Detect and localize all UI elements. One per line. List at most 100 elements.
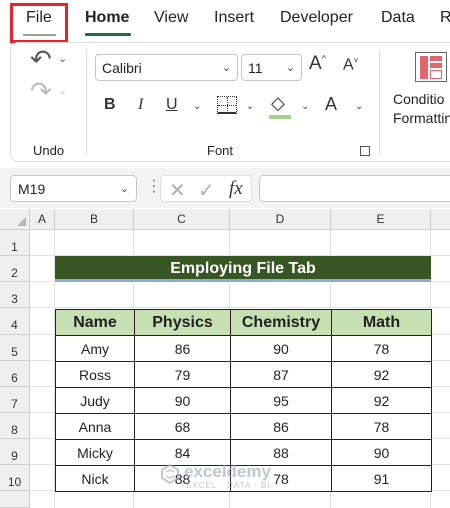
- table-cell[interactable]: 90: [230, 335, 332, 362]
- redo-dropdown-icon[interactable]: ⌄: [58, 84, 67, 97]
- column-header-a[interactable]: A: [30, 209, 55, 229]
- table-cell[interactable]: Micky: [55, 439, 135, 466]
- fill-color-dropdown-icon[interactable]: ⌄: [301, 101, 309, 112]
- increase-font-size-icon[interactable]: A^: [309, 53, 326, 75]
- ribbon-tab-bar: File Home View Insert Developer Data R: [0, 0, 450, 43]
- font-size-value: 11: [248, 60, 263, 76]
- row-header-8[interactable]: 8: [0, 413, 30, 439]
- decrease-font-size-icon[interactable]: A˅: [343, 56, 358, 74]
- table-cell[interactable]: 90: [134, 387, 231, 414]
- conditional-formatting-label-line2[interactable]: Formattin: [393, 110, 450, 126]
- sheet-title-cell[interactable]: Employing File Tab: [55, 256, 431, 282]
- formula-input[interactable]: [259, 175, 450, 202]
- grip-icon[interactable]: ⋮: [146, 179, 162, 195]
- formula-actions: ✕ ✓ fx: [160, 175, 252, 202]
- watermark-name: exceldemy: [184, 462, 271, 481]
- table-cell[interactable]: 78: [331, 413, 432, 440]
- header-cell[interactable]: Name: [55, 309, 135, 336]
- table-cell[interactable]: Anna: [55, 413, 135, 440]
- conditional-formatting-icon[interactable]: [415, 52, 447, 82]
- cancel-icon[interactable]: ✕: [169, 178, 186, 203]
- row-header-5[interactable]: 5: [0, 335, 30, 361]
- undo-group-label: Undo: [33, 143, 65, 158]
- table-cell[interactable]: 92: [331, 387, 432, 414]
- dialog-launcher-icon[interactable]: [360, 146, 370, 156]
- font-color-dropdown-icon[interactable]: ⌄: [355, 101, 363, 112]
- font-size-dropdown[interactable]: 11 ⌄: [241, 54, 302, 81]
- sheet-title: Employing File Tab: [170, 260, 316, 277]
- chevron-down-icon: ⌄: [285, 62, 295, 74]
- undo-icon[interactable]: ↶: [30, 44, 52, 75]
- borders-dropdown-icon[interactable]: ⌄: [246, 101, 254, 112]
- group-separator: [379, 50, 380, 154]
- table-cell[interactable]: 86: [134, 335, 231, 362]
- formula-bar: M19 ⌄ ⋮ ✕ ✓ fx: [0, 168, 450, 208]
- header-cell[interactable]: Physics: [134, 309, 231, 336]
- table-cell[interactable]: 87: [230, 361, 332, 388]
- header-cell[interactable]: Math: [331, 309, 432, 336]
- column-header-c[interactable]: C: [134, 209, 230, 229]
- watermark-tagline: EXCEL · DATA · BI: [186, 481, 271, 490]
- fill-color-icon[interactable]: ◇: [271, 93, 285, 114]
- column-header-e[interactable]: E: [331, 209, 431, 229]
- row-header-9[interactable]: 9: [0, 439, 30, 465]
- row-header-10[interactable]: 10: [0, 465, 30, 491]
- tab-insert[interactable]: Insert: [214, 9, 254, 27]
- table-row: Amy 86 90 78: [55, 335, 432, 362]
- underline-dropdown-icon[interactable]: ⌄: [193, 101, 201, 112]
- redo-icon[interactable]: ↷: [30, 76, 52, 107]
- row-header-2[interactable]: 2: [0, 256, 30, 282]
- table-cell[interactable]: Ross: [55, 361, 135, 388]
- tab-review[interactable]: R: [440, 9, 450, 27]
- undo-dropdown-icon[interactable]: ⌄: [58, 52, 67, 65]
- table-cell[interactable]: 78: [331, 335, 432, 362]
- header-cell[interactable]: Chemistry: [230, 309, 332, 336]
- exceldemy-logo-icon: [161, 464, 179, 484]
- file-tab-underline: [23, 34, 56, 36]
- column-header-row: A B C D E: [0, 209, 450, 230]
- table-cell[interactable]: 79: [134, 361, 231, 388]
- chevron-down-icon: ⌄: [119, 183, 129, 195]
- table-cell[interactable]: 92: [331, 361, 432, 388]
- italic-icon[interactable]: I: [138, 96, 143, 114]
- row-header-6[interactable]: 6: [0, 361, 30, 387]
- tab-data[interactable]: Data: [381, 9, 415, 27]
- check-icon[interactable]: ✓: [198, 178, 215, 203]
- bold-icon[interactable]: B: [104, 96, 116, 114]
- table-cell[interactable]: 86: [230, 413, 332, 440]
- name-box[interactable]: M19 ⌄: [10, 175, 137, 202]
- row-header-7[interactable]: 7: [0, 387, 30, 413]
- row-header-1[interactable]: 1: [0, 230, 30, 256]
- table-cell[interactable]: Nick: [55, 465, 135, 492]
- table-header-row: Name Physics Chemistry Math: [55, 309, 432, 336]
- row-header-4[interactable]: 4: [0, 308, 30, 335]
- tab-home[interactable]: Home: [85, 9, 129, 27]
- table-cell[interactable]: Judy: [55, 387, 135, 414]
- table-cell[interactable]: 91: [331, 465, 432, 492]
- column-header-d[interactable]: D: [230, 209, 331, 229]
- table-cell[interactable]: 90: [331, 439, 432, 466]
- conditional-formatting-label-line1[interactable]: Conditio: [393, 91, 444, 107]
- chevron-down-icon: ⌄: [221, 62, 231, 74]
- column-header-b[interactable]: B: [55, 209, 134, 229]
- row-header-11[interactable]: [0, 491, 30, 508]
- font-color-icon[interactable]: A: [325, 94, 337, 115]
- underline-icon[interactable]: U: [166, 96, 178, 114]
- table-cell[interactable]: 95: [230, 387, 332, 414]
- tab-view[interactable]: View: [154, 9, 188, 27]
- table-cell[interactable]: 68: [134, 413, 231, 440]
- borders-icon[interactable]: [217, 96, 237, 114]
- tab-file[interactable]: File: [26, 9, 52, 27]
- table-row: Ross 79 87 92: [55, 361, 432, 388]
- table-row: Anna 68 86 78: [55, 413, 432, 440]
- row-header-3[interactable]: 3: [0, 282, 30, 308]
- font-name-value: Calibri: [102, 60, 142, 76]
- insert-function-icon[interactable]: fx: [229, 178, 243, 200]
- tab-developer[interactable]: Developer: [280, 9, 353, 27]
- table-cell[interactable]: Amy: [55, 335, 135, 362]
- select-all-button[interactable]: [0, 209, 30, 229]
- table-row: Judy 90 95 92: [55, 387, 432, 414]
- font-group-label: Font: [207, 143, 234, 158]
- group-separator: [86, 50, 87, 154]
- font-name-dropdown[interactable]: Calibri ⌄: [95, 54, 238, 81]
